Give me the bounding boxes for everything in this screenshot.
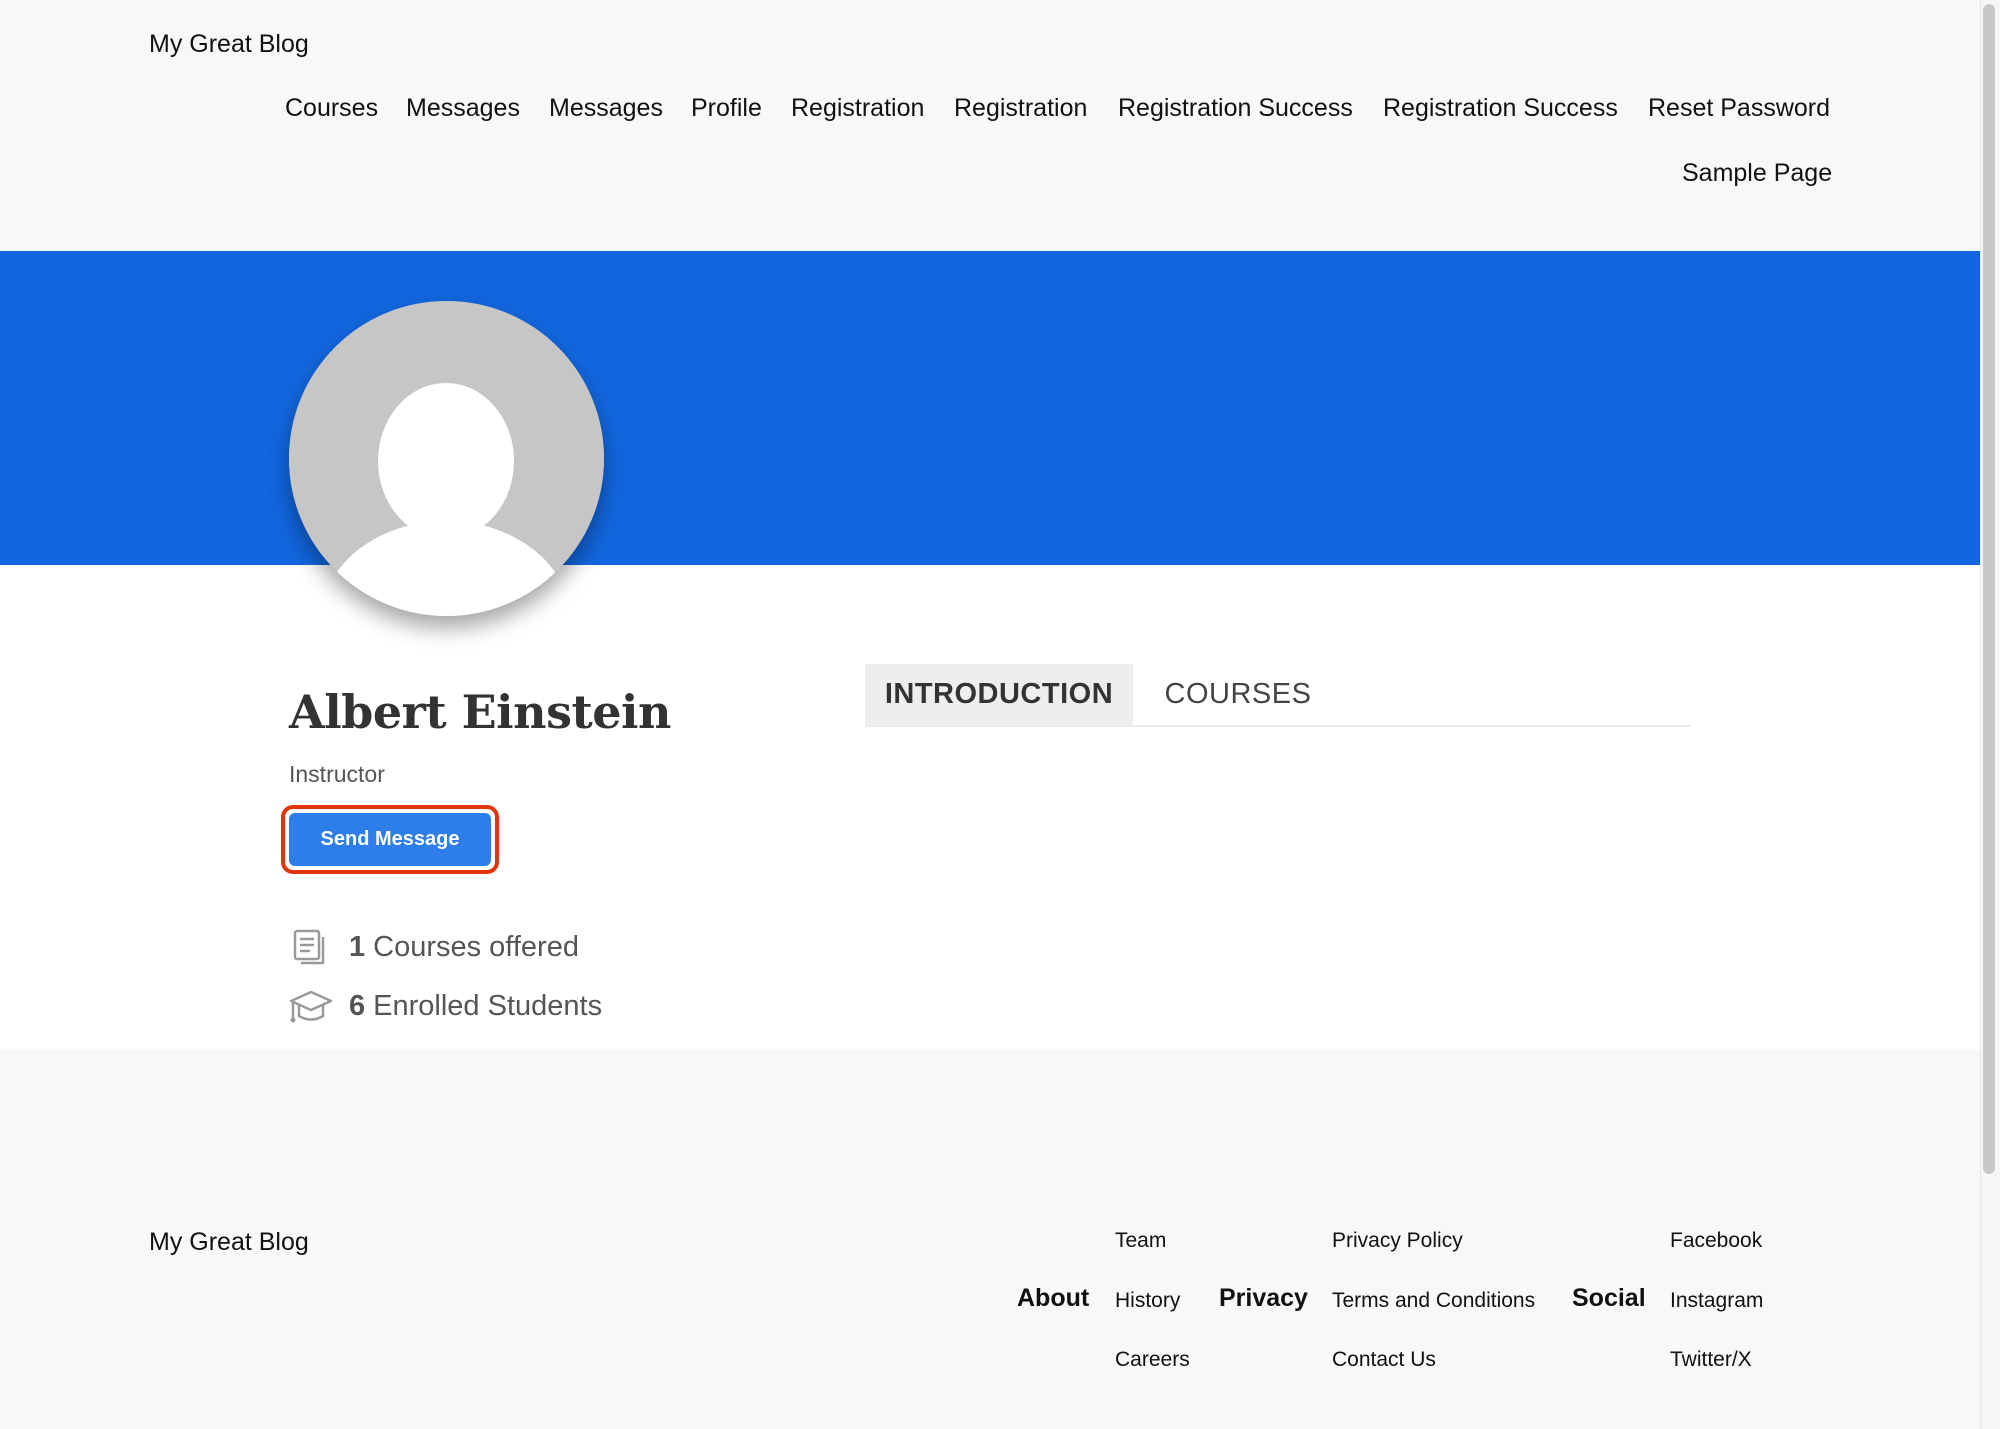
footer-link-history[interactable]: History	[1115, 1289, 1180, 1313]
footer-link-privacy-policy[interactable]: Privacy Policy	[1332, 1229, 1463, 1253]
profile-tabs: INTRODUCTION COURSES	[865, 664, 1691, 727]
courses-count: 1	[349, 930, 366, 963]
nav-link-sample-page[interactable]: Sample Page	[1682, 159, 1832, 188]
scrollbar-thumb[interactable]	[1983, 4, 1995, 1174]
graduation-cap-icon	[289, 986, 333, 1026]
students-count: 6	[349, 989, 366, 1022]
tab-introduction[interactable]: INTRODUCTION	[865, 664, 1133, 725]
stat-enrolled-students: 6 Enrolled Students	[289, 986, 602, 1026]
footer-link-team[interactable]: Team	[1115, 1229, 1166, 1253]
nav-link-profile[interactable]: Profile	[691, 94, 762, 123]
stat-courses-offered: 1 Courses offered	[289, 927, 579, 967]
document-icon	[289, 927, 333, 967]
footer-link-contact-us[interactable]: Contact Us	[1332, 1348, 1436, 1372]
nav-link-registration-success-2[interactable]: Registration Success	[1383, 94, 1618, 123]
footer-link-terms[interactable]: Terms and Conditions	[1332, 1289, 1535, 1313]
footer-site-title[interactable]: My Great Blog	[149, 1228, 309, 1257]
profile-role: Instructor	[289, 761, 385, 787]
profile-name: Albert Einstein	[289, 685, 671, 739]
nav-link-reset-password[interactable]: Reset Password	[1648, 94, 1830, 123]
site-title[interactable]: My Great Blog	[149, 30, 309, 59]
send-message-button[interactable]: Send Message	[289, 813, 491, 866]
footer-link-facebook[interactable]: Facebook	[1670, 1229, 1762, 1253]
user-placeholder-icon	[289, 301, 604, 616]
students-label: Enrolled Students	[373, 989, 603, 1022]
nav-link-messages-2[interactable]: Messages	[549, 94, 663, 123]
footer-heading-about: About	[1017, 1284, 1090, 1312]
footer-link-careers[interactable]: Careers	[1115, 1348, 1190, 1372]
site-header: My Great Blog Courses Messages Messages …	[0, 0, 1980, 251]
send-message-highlight: Send Message	[281, 805, 499, 874]
nav-link-registration[interactable]: Registration	[791, 94, 924, 123]
footer-link-twitter[interactable]: Twitter/X	[1670, 1348, 1752, 1372]
nav-link-messages[interactable]: Messages	[406, 94, 520, 123]
courses-label: Courses offered	[373, 930, 579, 963]
nav-link-registration-2[interactable]: Registration	[954, 94, 1087, 123]
footer-link-instagram[interactable]: Instagram	[1670, 1289, 1763, 1313]
tab-courses[interactable]: COURSES	[1133, 664, 1343, 725]
nav-link-courses[interactable]: Courses	[285, 94, 378, 123]
footer-heading-social: Social	[1572, 1284, 1646, 1312]
nav-link-registration-success[interactable]: Registration Success	[1118, 94, 1353, 123]
footer-heading-privacy: Privacy	[1219, 1284, 1308, 1312]
